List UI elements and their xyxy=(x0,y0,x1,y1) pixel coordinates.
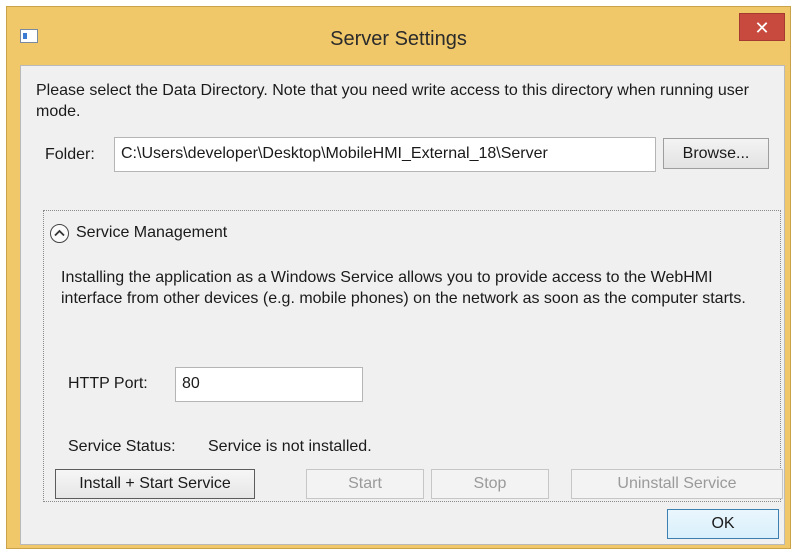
ok-button[interactable]: OK xyxy=(667,509,779,539)
browse-button[interactable]: Browse... xyxy=(663,138,769,169)
service-description: Installing the application as a Windows … xyxy=(61,269,746,307)
install-start-service-button[interactable]: Install + Start Service xyxy=(55,469,255,499)
service-status-label: Service Status: xyxy=(68,438,176,455)
title-bar[interactable]: Server Settings ✕ xyxy=(7,7,790,59)
window-title: Server Settings xyxy=(330,28,467,50)
intro-text: Please select the Data Directory. Note t… xyxy=(36,82,749,120)
start-button[interactable]: Start xyxy=(306,469,424,499)
service-status-value: Service is not installed. xyxy=(208,438,372,455)
close-button[interactable]: ✕ xyxy=(739,13,785,41)
service-management-expander[interactable]: Service Management xyxy=(50,221,227,245)
stop-button[interactable]: Stop xyxy=(431,469,549,499)
chevron-up-icon[interactable] xyxy=(50,223,69,243)
http-port-input[interactable]: 80 xyxy=(175,367,363,402)
folder-path-input[interactable]: C:\Users\developer\Desktop\MobileHMI_Ext… xyxy=(114,137,656,172)
server-settings-window: Server Settings ✕ Please select the Data… xyxy=(6,6,791,549)
folder-label: Folder: xyxy=(45,146,95,163)
dialog-content: Please select the Data Directory. Note t… xyxy=(20,65,785,545)
uninstall-service-button[interactable]: Uninstall Service xyxy=(571,469,783,499)
service-management-header: Service Management xyxy=(76,224,228,241)
service-management-group: Service Management Installing the applic… xyxy=(43,210,783,502)
http-port-label: HTTP Port: xyxy=(68,375,148,392)
